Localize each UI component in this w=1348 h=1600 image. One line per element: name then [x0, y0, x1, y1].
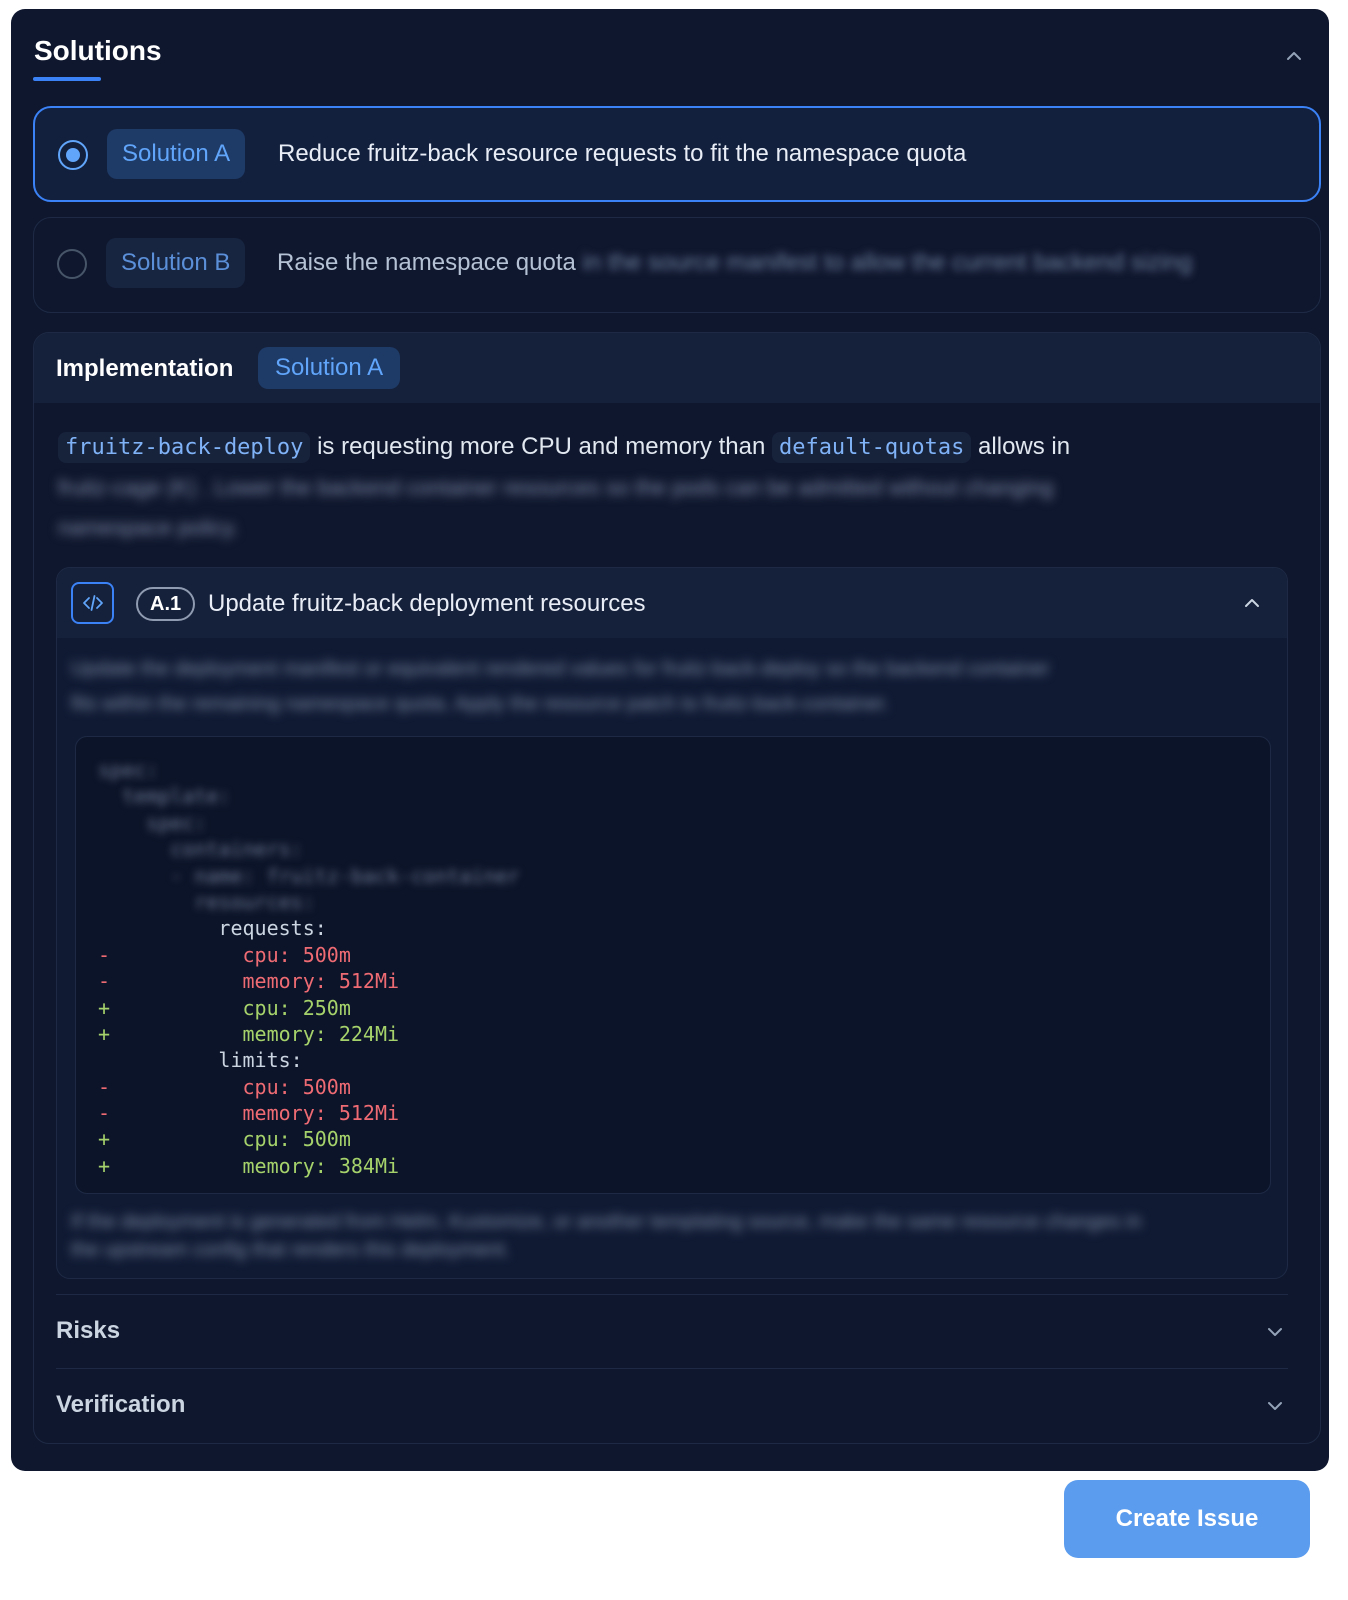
solution-text-blurred: in the source manifest to allow the curr…	[582, 249, 1193, 276]
solution-text: Reduce fruitz-back resource requests to …	[278, 140, 967, 167]
section-risks[interactable]: Risks	[56, 1294, 1288, 1364]
desc-text: is requesting more CPU and memory than	[310, 433, 772, 460]
diff-line-added: + cpu: 250m	[76, 995, 1270, 1021]
diff-text: limits:	[98, 1048, 303, 1073]
title-underline	[33, 77, 101, 81]
implementation-title: Implementation	[56, 355, 234, 382]
chevron-down-icon[interactable]	[1266, 1323, 1284, 1341]
chevron-up-icon[interactable]	[1243, 594, 1261, 612]
step-title: Update fruitz-back deployment resources	[208, 590, 646, 617]
implementation-card: Implementation Solution A fruitz-back-de…	[33, 332, 1321, 1444]
diff-line-context: limits:	[76, 1047, 1270, 1073]
inline-code-quotas: default-quotas	[771, 432, 972, 463]
code-line-text: spec:	[98, 758, 159, 782]
desc-text: allows in	[971, 433, 1071, 460]
section-verification[interactable]: Verification	[56, 1368, 1288, 1438]
solutions-panel: Solutions Solution A Reduce fruitz-back …	[11, 9, 1329, 1471]
step-header[interactable]: A.1 Update fruitz-back deployment resour…	[57, 568, 1287, 638]
solution-text-visible: Raise the namespace quota	[277, 249, 576, 276]
diff-text: cpu: 500m	[98, 1127, 351, 1152]
diff-text: cpu: 250m	[98, 995, 351, 1020]
code-line-text: containers:	[98, 837, 303, 862]
step-badge: A.1	[136, 587, 196, 621]
chevron-up-icon[interactable]	[1285, 47, 1303, 65]
step-outro: If the deployment is generated from Helm…	[71, 1208, 1261, 1264]
radio-selected[interactable]	[58, 140, 88, 170]
code-icon	[71, 582, 114, 624]
step-intro-line: fits within the remaining namespace quot…	[71, 693, 890, 715]
section-label: Verification	[56, 1391, 186, 1418]
diff-text: memory: 384Mi	[98, 1153, 400, 1178]
diff-text: memory: 224Mi	[98, 1021, 400, 1046]
solution-tag: Solution A	[107, 129, 246, 179]
code-line: resources:	[76, 889, 1270, 915]
code-diff-block: spec: template: spec: containers: - name…	[75, 736, 1271, 1194]
diff-line-removed: - cpu: 500m	[76, 942, 1270, 968]
create-issue-button[interactable]: Create Issue	[1064, 1480, 1310, 1558]
step-intro: Update the deployment manifest or equiva…	[71, 652, 1261, 722]
chevron-down-icon[interactable]	[1266, 1397, 1284, 1415]
diff-text: cpu: 500m	[98, 942, 351, 967]
step-card: A.1 Update fruitz-back deployment resour…	[56, 567, 1288, 1279]
desc-blurred-line: namespace policy.	[58, 515, 239, 540]
section-label: Risks	[56, 1317, 121, 1344]
inline-code-deploy: fruitz-back-deploy	[58, 432, 311, 463]
diff-text: memory: 512Mi	[98, 1101, 400, 1126]
solution-tag: Solution B	[106, 238, 246, 288]
code-line: spec:	[76, 757, 1270, 783]
implementation-solution-tag: Solution A	[258, 347, 401, 389]
step-intro-line: Update the deployment manifest or equiva…	[71, 658, 1050, 680]
diff-line-removed: - cpu: 500m	[76, 1074, 1270, 1100]
solution-text: Raise the namespace quota in the source …	[277, 249, 1192, 277]
diff-line-removed: - memory: 512Mi	[76, 968, 1270, 994]
panel-title: Solutions	[34, 35, 162, 66]
step-outro-line: If the deployment is generated from Helm…	[71, 1211, 1142, 1233]
code-line-text: spec:	[98, 810, 207, 835]
solution-option-b[interactable]: Solution B Raise the namespace quota in …	[33, 217, 1321, 313]
radio-unselected[interactable]	[57, 249, 87, 279]
code-line-text: - name: fruitz-back-container	[98, 863, 520, 888]
code-line: template:	[76, 783, 1270, 809]
diff-line-context: requests:	[76, 915, 1270, 941]
code-line-text: template:	[98, 784, 231, 809]
code-line-text: resources:	[98, 889, 315, 914]
diff-text: memory: 512Mi	[98, 969, 400, 994]
implementation-description: fruitz-back-deploy is requesting more CP…	[58, 427, 1298, 548]
diff-line-removed: - memory: 512Mi	[76, 1100, 1270, 1126]
diff-text: requests:	[98, 916, 327, 941]
desc-blurred-line: fruitz-cage (K) . Lower the backend cont…	[58, 475, 1054, 500]
diff-line-added: + memory: 384Mi	[76, 1153, 1270, 1179]
code-line: containers:	[76, 836, 1270, 862]
implementation-header: Implementation Solution A	[34, 333, 1320, 403]
diff-text: cpu: 500m	[98, 1074, 351, 1099]
diff-line-added: + memory: 224Mi	[76, 1021, 1270, 1047]
code-line: spec:	[76, 810, 1270, 836]
solution-option-a[interactable]: Solution A Reduce fruitz-back resource r…	[33, 106, 1321, 202]
code-line: - name: fruitz-back-container	[76, 863, 1270, 889]
step-outro-line: the upstream config that renders this de…	[71, 1239, 511, 1261]
diff-line-added: + cpu: 500m	[76, 1126, 1270, 1152]
